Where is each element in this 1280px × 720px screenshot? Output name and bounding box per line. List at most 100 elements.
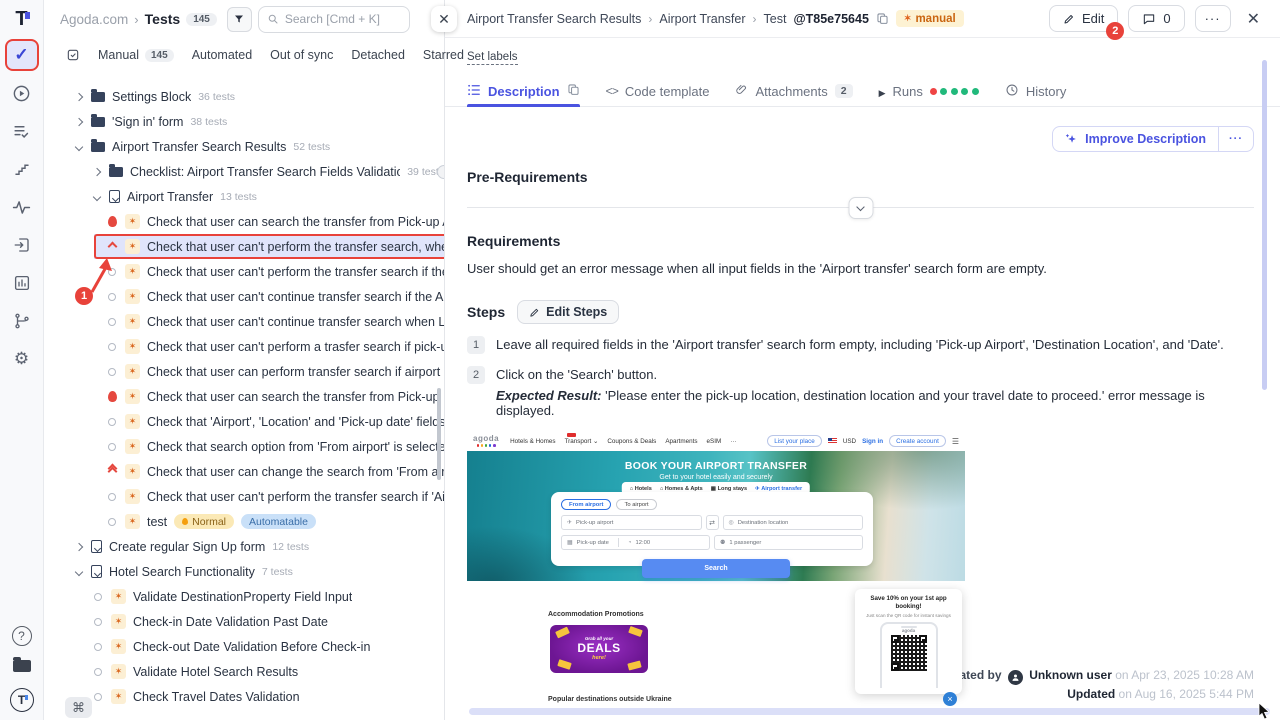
projects-folder-icon[interactable] bbox=[13, 660, 31, 672]
close-detail-button[interactable]: ✕ bbox=[1241, 9, 1266, 29]
chevron-down-icon[interactable] bbox=[92, 194, 102, 200]
chevron-right-icon[interactable] bbox=[74, 94, 84, 100]
rail-pulse-icon[interactable] bbox=[7, 193, 37, 221]
rail-settings-icon[interactable]: ⚙ bbox=[7, 345, 37, 373]
test-row[interactable]: ✶Check that user can't continue transfer… bbox=[44, 284, 444, 309]
shot-nav-transport[interactable]: Transport ⌄ bbox=[565, 438, 599, 445]
pickup-date-field[interactable]: ▦Pick-up date ◔12:00 bbox=[561, 535, 710, 550]
suite-row[interactable]: Airport Transfer13 tests bbox=[44, 184, 444, 209]
rail-import-icon[interactable] bbox=[7, 231, 37, 259]
list-your-place-button[interactable]: List your place bbox=[767, 435, 822, 447]
suite-row[interactable]: Hotel Search Functionality7 tests bbox=[44, 559, 444, 584]
filter-tab-out-of-sync[interactable]: Out of sync bbox=[270, 48, 333, 62]
test-row[interactable]: ✶Check-in Date Validation Past Date bbox=[44, 609, 444, 634]
vertical-scrollbar[interactable] bbox=[1262, 60, 1267, 390]
test-row[interactable]: ✶Check that user can perform transfer se… bbox=[44, 359, 444, 384]
hamburger-icon[interactable]: ☰ bbox=[952, 437, 959, 446]
sign-in-link[interactable]: Sign in bbox=[862, 438, 883, 445]
test-row[interactable]: ✶Check-out Date Validation Before Check-… bbox=[44, 634, 444, 659]
help-icon[interactable]: ? bbox=[12, 626, 32, 646]
rail-plans-icon[interactable] bbox=[7, 117, 37, 145]
improve-more-button[interactable]: ··· bbox=[1218, 127, 1253, 151]
destination-field[interactable]: ◎Destination location bbox=[723, 515, 864, 530]
tab-attachments[interactable]: Attachments2 bbox=[735, 76, 852, 106]
shot-tab-long-stays[interactable]: ▦ Long stays bbox=[711, 486, 747, 492]
rail-branch-icon[interactable] bbox=[7, 307, 37, 335]
test-row[interactable]: ✶Check that user can't perform the trans… bbox=[44, 234, 444, 259]
copy-description-button[interactable] bbox=[567, 83, 580, 99]
test-row[interactable]: ✶testNormalAutomatable bbox=[44, 509, 444, 534]
test-row[interactable]: ✶Check that user can't perform the trans… bbox=[44, 484, 444, 509]
rail-steps-icon[interactable] bbox=[7, 155, 37, 183]
test-row[interactable]: ✶Check Travel Dates Validation bbox=[44, 684, 444, 704]
rail-reports-icon[interactable] bbox=[7, 269, 37, 297]
folder-row[interactable]: 'Sign in' form38 tests bbox=[44, 109, 444, 134]
chevron-down-icon[interactable] bbox=[74, 144, 84, 150]
test-row[interactable]: ✶Check that user can change the search f… bbox=[44, 459, 444, 484]
copy-test-id-button[interactable] bbox=[876, 12, 889, 25]
more-actions-button[interactable]: ··· bbox=[1195, 5, 1231, 32]
passengers-field[interactable]: ⚉1 passenger bbox=[714, 535, 863, 550]
test-row[interactable]: ✶Check that user can't continue transfer… bbox=[44, 309, 444, 334]
chevron-right-icon[interactable] bbox=[92, 169, 102, 175]
folder-row[interactable]: Airport Transfer Search Results52 tests bbox=[44, 134, 444, 159]
create-account-button[interactable]: Create account bbox=[889, 435, 946, 447]
rail-runs-icon[interactable] bbox=[7, 79, 37, 107]
breadcrumb-project[interactable]: Agoda.com bbox=[60, 12, 128, 27]
tab-history[interactable]: History bbox=[1005, 76, 1066, 106]
tab-code-template[interactable]: <>Code template bbox=[606, 76, 710, 106]
edit-button[interactable]: Edit 2 bbox=[1049, 5, 1118, 32]
shot-nav-[interactable]: ··· bbox=[730, 438, 736, 445]
shot-tab-hotels[interactable]: ⌂ Hotels bbox=[630, 486, 652, 492]
workspace-avatar[interactable]: T bbox=[10, 688, 34, 712]
pickup-airport-field[interactable]: ✈Pick-up airport bbox=[561, 515, 702, 530]
swap-button[interactable]: ⇄ bbox=[706, 515, 719, 530]
flag-icon[interactable] bbox=[828, 438, 837, 444]
filter-tab-starred[interactable]: Starred bbox=[423, 48, 464, 62]
rail-tests-icon[interactable]: ✓ bbox=[7, 41, 37, 69]
filter-tab-detached[interactable]: Detached bbox=[351, 48, 405, 62]
test-row[interactable]: ✶Check that 'Airport', 'Location' and 'P… bbox=[44, 409, 444, 434]
deals-banner[interactable]: Grab all your DEALS here! bbox=[550, 625, 648, 673]
shot-nav-coupons-deals[interactable]: Coupons & Deals bbox=[607, 438, 656, 445]
shot-tab-homes-apts[interactable]: ⌂ Homes & Apts bbox=[660, 486, 703, 492]
chevron-down-icon[interactable] bbox=[74, 569, 84, 575]
test-row[interactable]: ✶Validate DestinationProperty Field Inpu… bbox=[44, 584, 444, 609]
detail-crumb-subsuite[interactable]: Airport Transfer bbox=[659, 12, 745, 26]
shot-tab-airport-transfer[interactable]: ✈ Airport transfer bbox=[755, 486, 802, 492]
test-row[interactable]: ✶Check that user can't perform the trans… bbox=[44, 259, 444, 284]
test-row[interactable]: ✶Validate Hotel Search Results bbox=[44, 659, 444, 684]
chevron-right-icon[interactable] bbox=[74, 119, 84, 125]
toggle-from-airport[interactable]: From airport bbox=[561, 499, 611, 510]
shot-nav-apartments[interactable]: Apartments bbox=[665, 438, 697, 445]
folder-row[interactable]: Settings Block36 tests bbox=[44, 84, 444, 109]
tree-scrollbar[interactable] bbox=[437, 388, 441, 480]
bulk-select-icon[interactable] bbox=[66, 48, 80, 62]
horizontal-scrollbar[interactable] bbox=[469, 708, 1270, 715]
test-row[interactable]: ✶Check that user can search the transfer… bbox=[44, 384, 444, 409]
collapse-panel-button[interactable]: ✕ bbox=[431, 6, 457, 32]
comments-button[interactable]: 0 bbox=[1128, 5, 1184, 32]
filter-button[interactable] bbox=[227, 7, 252, 32]
shot-search-button[interactable]: Search bbox=[642, 559, 790, 578]
tab-description[interactable]: Description bbox=[467, 76, 580, 106]
promo-close-button[interactable]: × bbox=[943, 692, 957, 706]
expand-section-button[interactable] bbox=[848, 197, 873, 219]
shot-nav-esim[interactable]: eSIM bbox=[707, 438, 722, 445]
search-input[interactable] bbox=[285, 12, 401, 26]
tab-runs[interactable]: ▶Runs bbox=[879, 76, 979, 106]
set-labels-link[interactable]: Set labels bbox=[467, 51, 518, 65]
currency-selector[interactable]: USD bbox=[843, 438, 856, 445]
toggle-to-airport[interactable]: To airport bbox=[616, 499, 656, 510]
keyboard-shortcut-icon[interactable]: ⌘ bbox=[65, 697, 92, 718]
test-row[interactable]: ✶Check that user can search the transfer… bbox=[44, 209, 444, 234]
folder-row[interactable]: Checklist: Airport Transfer Search Field… bbox=[44, 159, 444, 184]
improve-description-button[interactable]: Improve Description ··· bbox=[1052, 126, 1254, 152]
shot-nav-hotels-homes[interactable]: Hotels & Homes bbox=[510, 438, 556, 445]
edit-steps-button[interactable]: Edit Steps bbox=[517, 300, 619, 324]
chevron-right-icon[interactable] bbox=[74, 544, 84, 550]
test-row[interactable]: ✶Check that user can't perform a trasfer… bbox=[44, 334, 444, 359]
detail-crumb-suite[interactable]: Airport Transfer Search Results bbox=[467, 12, 641, 26]
test-row[interactable]: ✶Check that search option from 'From air… bbox=[44, 434, 444, 459]
filter-tab-automated[interactable]: Automated bbox=[192, 48, 252, 62]
